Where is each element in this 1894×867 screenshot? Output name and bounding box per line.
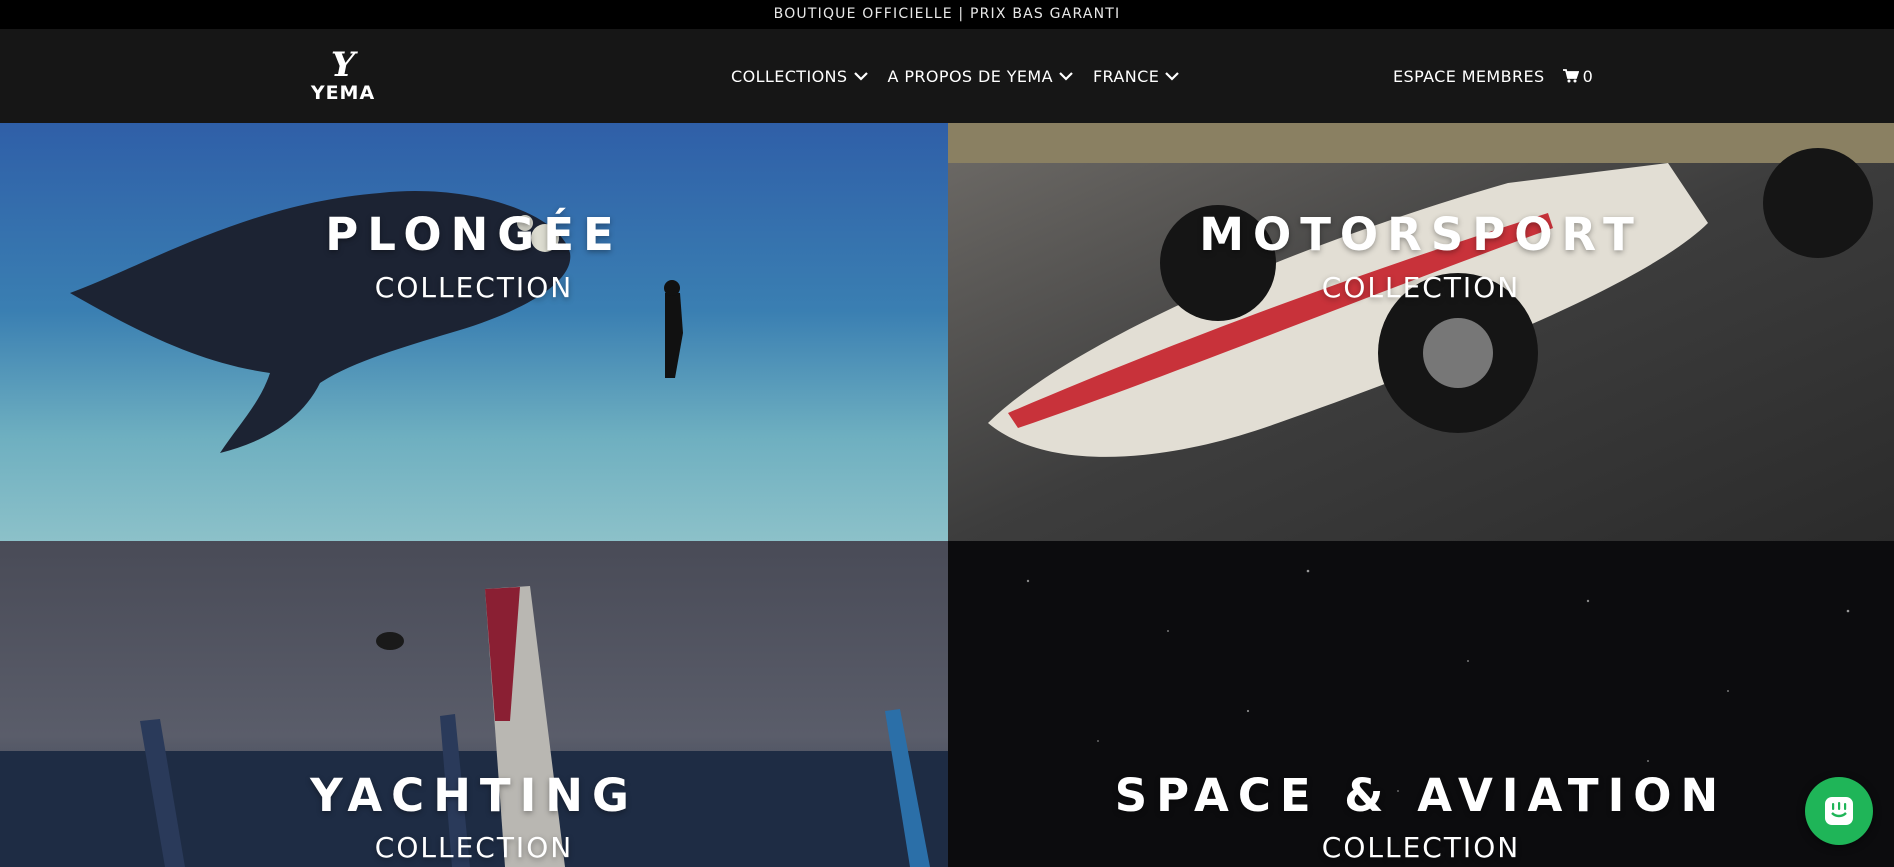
- members-label: ESPACE MEMBRES: [1393, 66, 1545, 86]
- chevron-down-icon: [853, 72, 868, 81]
- nav-france[interactable]: FRANCE: [1093, 67, 1179, 86]
- logo-wordmark: YEMA: [310, 82, 376, 104]
- account-nav: ESPACE MEMBRES 0: [1393, 29, 1593, 123]
- chevron-down-icon: [1165, 72, 1179, 81]
- cart-count: 0: [1582, 66, 1593, 86]
- nav-a-propos-label: A PROPOS DE YEMA: [887, 66, 1053, 86]
- nav-collections[interactable]: COLLECTIONS: [731, 67, 868, 86]
- yachting-title: YACHTING: [310, 769, 638, 822]
- site-header: Y YEMA COLLECTIONS A PROPOS DE YEMA FRAN…: [0, 29, 1894, 123]
- collection-tile-plongee[interactable]: PLONGÉE COLLECTION: [0, 123, 948, 541]
- chevron-down-icon: [1059, 72, 1073, 81]
- space-aviation-title: SPACE & AVIATION: [1114, 769, 1728, 822]
- space-aviation-subtitle: COLLECTION: [1321, 831, 1521, 864]
- logo-mark: Y: [330, 45, 356, 85]
- announcement-text: BOUTIQUE OFFICIELLE | PRIX BAS GARANTI: [773, 6, 1121, 22]
- collection-tile-motorsport[interactable]: MOTORSPORT COLLECTION: [948, 123, 1894, 541]
- main-nav: COLLECTIONS A PROPOS DE YEMA FRANCE: [731, 29, 1179, 123]
- plongee-title: PLONGÉE: [325, 208, 623, 261]
- nav-a-propos[interactable]: A PROPOS DE YEMA: [888, 67, 1073, 86]
- collection-tile-yachting[interactable]: YACHTING COLLECTION: [0, 541, 948, 867]
- chat-icon: [1825, 797, 1853, 825]
- nav-collections-label: COLLECTIONS: [731, 66, 848, 86]
- cart-icon: [1562, 69, 1579, 83]
- motorsport-title: MOTORSPORT: [1199, 208, 1643, 261]
- members-link[interactable]: ESPACE MEMBRES: [1393, 67, 1545, 86]
- motorsport-subtitle: COLLECTION: [1321, 271, 1521, 304]
- cart-button[interactable]: 0: [1562, 66, 1593, 86]
- motorsport-image: [948, 123, 1894, 541]
- announcement-bar: BOUTIQUE OFFICIELLE | PRIX BAS GARANTI: [0, 0, 1894, 29]
- collection-tile-space-aviation[interactable]: SPACE & AVIATION COLLECTION: [948, 541, 1894, 867]
- nav-france-label: FRANCE: [1092, 66, 1160, 86]
- plongee-image: [0, 123, 948, 541]
- yachting-subtitle: COLLECTION: [374, 831, 574, 864]
- plongee-subtitle: COLLECTION: [374, 271, 574, 304]
- chat-button[interactable]: [1805, 777, 1873, 845]
- yema-logo[interactable]: Y YEMA: [303, 47, 383, 107]
